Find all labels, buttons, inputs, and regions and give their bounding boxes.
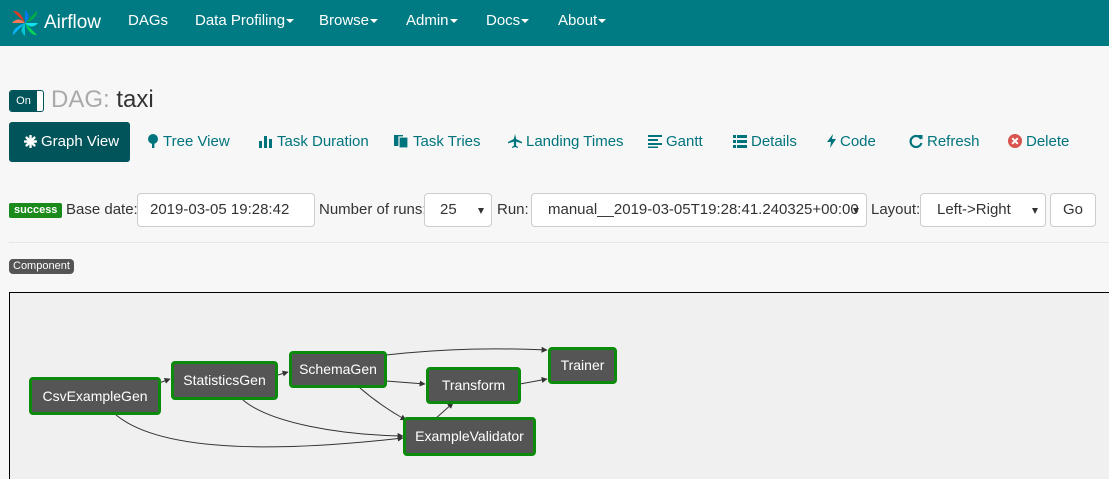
nav-browse[interactable]: Browse bbox=[319, 0, 379, 46]
tree-icon bbox=[148, 134, 158, 148]
duplicate-icon bbox=[394, 135, 409, 149]
edge-stats-schema bbox=[277, 370, 289, 377]
nav-admin-label: Admin bbox=[406, 12, 449, 29]
tab-task-duration[interactable]: Task Duration bbox=[259, 122, 369, 162]
airflow-logo-icon bbox=[12, 10, 38, 36]
base-date-input[interactable]: 2019-03-05 19:28:42 bbox=[137, 193, 315, 227]
tab-tree-view-label: Tree View bbox=[163, 133, 230, 150]
base-date-value: 2019-03-05 19:28:42 bbox=[150, 201, 290, 218]
top-navbar: Airflow DAGs Data Profiling Browse Admin… bbox=[0, 0, 1109, 46]
graph-canvas[interactable]: CsvExampleGen StatisticsGen SchemaGen Tr… bbox=[9, 292, 1109, 479]
task-node-statisticsgen[interactable]: StatisticsGen bbox=[171, 361, 278, 400]
task-node-trainer[interactable]: Trainer bbox=[548, 347, 617, 384]
tab-refresh-label: Refresh bbox=[927, 133, 980, 150]
tab-task-tries[interactable]: Task Tries bbox=[394, 122, 481, 162]
run-select[interactable]: manual__2019-03-05T19:28:41.240325+00:00 bbox=[531, 193, 867, 227]
asterisk-icon bbox=[23, 134, 38, 149]
nav-data-profiling-label: Data Profiling bbox=[195, 12, 286, 29]
dag-name: taxi bbox=[116, 86, 154, 113]
edge-stats-validator bbox=[242, 399, 404, 439]
tab-details-label: Details bbox=[751, 133, 797, 150]
remove-circle-icon bbox=[1008, 134, 1022, 148]
nav-browse-label: Browse bbox=[319, 12, 370, 29]
state-badge: success bbox=[9, 203, 63, 218]
caret-down-icon bbox=[449, 19, 458, 24]
page-title: DAG: taxi bbox=[51, 86, 154, 114]
tab-code-label: Code bbox=[840, 133, 876, 150]
flash-icon bbox=[827, 134, 836, 148]
num-runs-label: Number of runs: bbox=[319, 201, 427, 218]
tab-graph-view-label: Graph View bbox=[41, 133, 120, 150]
tab-code[interactable]: Code bbox=[827, 122, 876, 162]
tab-delete-label: Delete bbox=[1026, 133, 1070, 150]
base-date-label: Base date: bbox=[66, 201, 138, 218]
edge-csv-validator bbox=[115, 414, 404, 448]
refresh-icon bbox=[909, 134, 923, 149]
select-arrow-icon bbox=[478, 208, 484, 214]
caret-down-icon bbox=[286, 19, 295, 24]
num-runs-select[interactable]: 25 bbox=[424, 193, 492, 227]
edge-schema-validator bbox=[359, 387, 407, 421]
nav-docs-label: Docs bbox=[486, 12, 521, 29]
go-button[interactable]: Go bbox=[1050, 193, 1096, 227]
tab-task-duration-label: Task Duration bbox=[277, 133, 369, 150]
nav-dags[interactable]: DAGs bbox=[128, 0, 168, 46]
num-runs-value: 25 bbox=[440, 201, 457, 218]
task-node-schemagen[interactable]: SchemaGen bbox=[289, 351, 387, 388]
layout-label: Layout: bbox=[871, 201, 921, 218]
plane-icon bbox=[508, 134, 522, 148]
bar-chart-icon bbox=[259, 136, 272, 148]
tab-landing-times-label: Landing Times bbox=[526, 133, 624, 150]
edge-schema-transform bbox=[385, 380, 426, 387]
nav-about[interactable]: About bbox=[558, 0, 607, 46]
nav-docs[interactable]: Docs bbox=[486, 0, 530, 46]
run-value: manual__2019-03-05T19:28:41.240325+00:00 bbox=[548, 201, 859, 218]
brand[interactable]: Airflow bbox=[10, 4, 101, 42]
tab-gantt-label: Gantt bbox=[666, 133, 703, 150]
nav-admin[interactable]: Admin bbox=[406, 0, 458, 46]
layout-select[interactable]: Left->Right bbox=[920, 193, 1046, 227]
run-label: Run: bbox=[497, 201, 529, 218]
component-legend-badge: Component bbox=[9, 259, 74, 274]
caret-down-icon bbox=[521, 19, 530, 24]
tab-landing-times[interactable]: Landing Times bbox=[508, 122, 624, 162]
tab-refresh[interactable]: Refresh bbox=[909, 122, 980, 162]
divider bbox=[9, 242, 1109, 243]
select-arrow-icon bbox=[853, 208, 859, 214]
nav-about-label: About bbox=[558, 12, 598, 29]
edge-transform-trainer bbox=[519, 377, 548, 385]
tab-task-tries-label: Task Tries bbox=[413, 133, 481, 150]
tab-tree-view[interactable]: Tree View bbox=[147, 122, 230, 162]
tab-details[interactable]: Details bbox=[733, 122, 797, 162]
dag-prefix: DAG: bbox=[51, 86, 110, 113]
nav-data-profiling[interactable]: Data Profiling bbox=[195, 0, 295, 46]
edge-schema-trainer bbox=[385, 346, 548, 356]
layout-value: Left->Right bbox=[937, 201, 1011, 218]
toggle-on-label: On bbox=[10, 91, 37, 111]
nav-dags-label: DAGs bbox=[128, 12, 169, 29]
task-node-examplevalidator[interactable]: ExampleValidator bbox=[403, 417, 536, 456]
task-node-csvexamplegen[interactable]: CsvExampleGen bbox=[29, 377, 161, 415]
list-icon bbox=[733, 135, 747, 148]
select-arrow-icon bbox=[1032, 208, 1038, 214]
tab-gantt[interactable]: Gantt bbox=[648, 122, 703, 162]
tab-graph-view[interactable]: Graph View bbox=[9, 122, 130, 162]
caret-down-icon bbox=[370, 19, 379, 24]
caret-down-icon bbox=[598, 19, 607, 24]
dag-pause-toggle[interactable]: On bbox=[9, 90, 44, 112]
task-node-transform[interactable]: Transform bbox=[426, 367, 521, 404]
tab-delete[interactable]: Delete bbox=[1008, 122, 1069, 162]
brand-name: Airflow bbox=[44, 12, 102, 33]
align-left-icon bbox=[648, 135, 662, 148]
